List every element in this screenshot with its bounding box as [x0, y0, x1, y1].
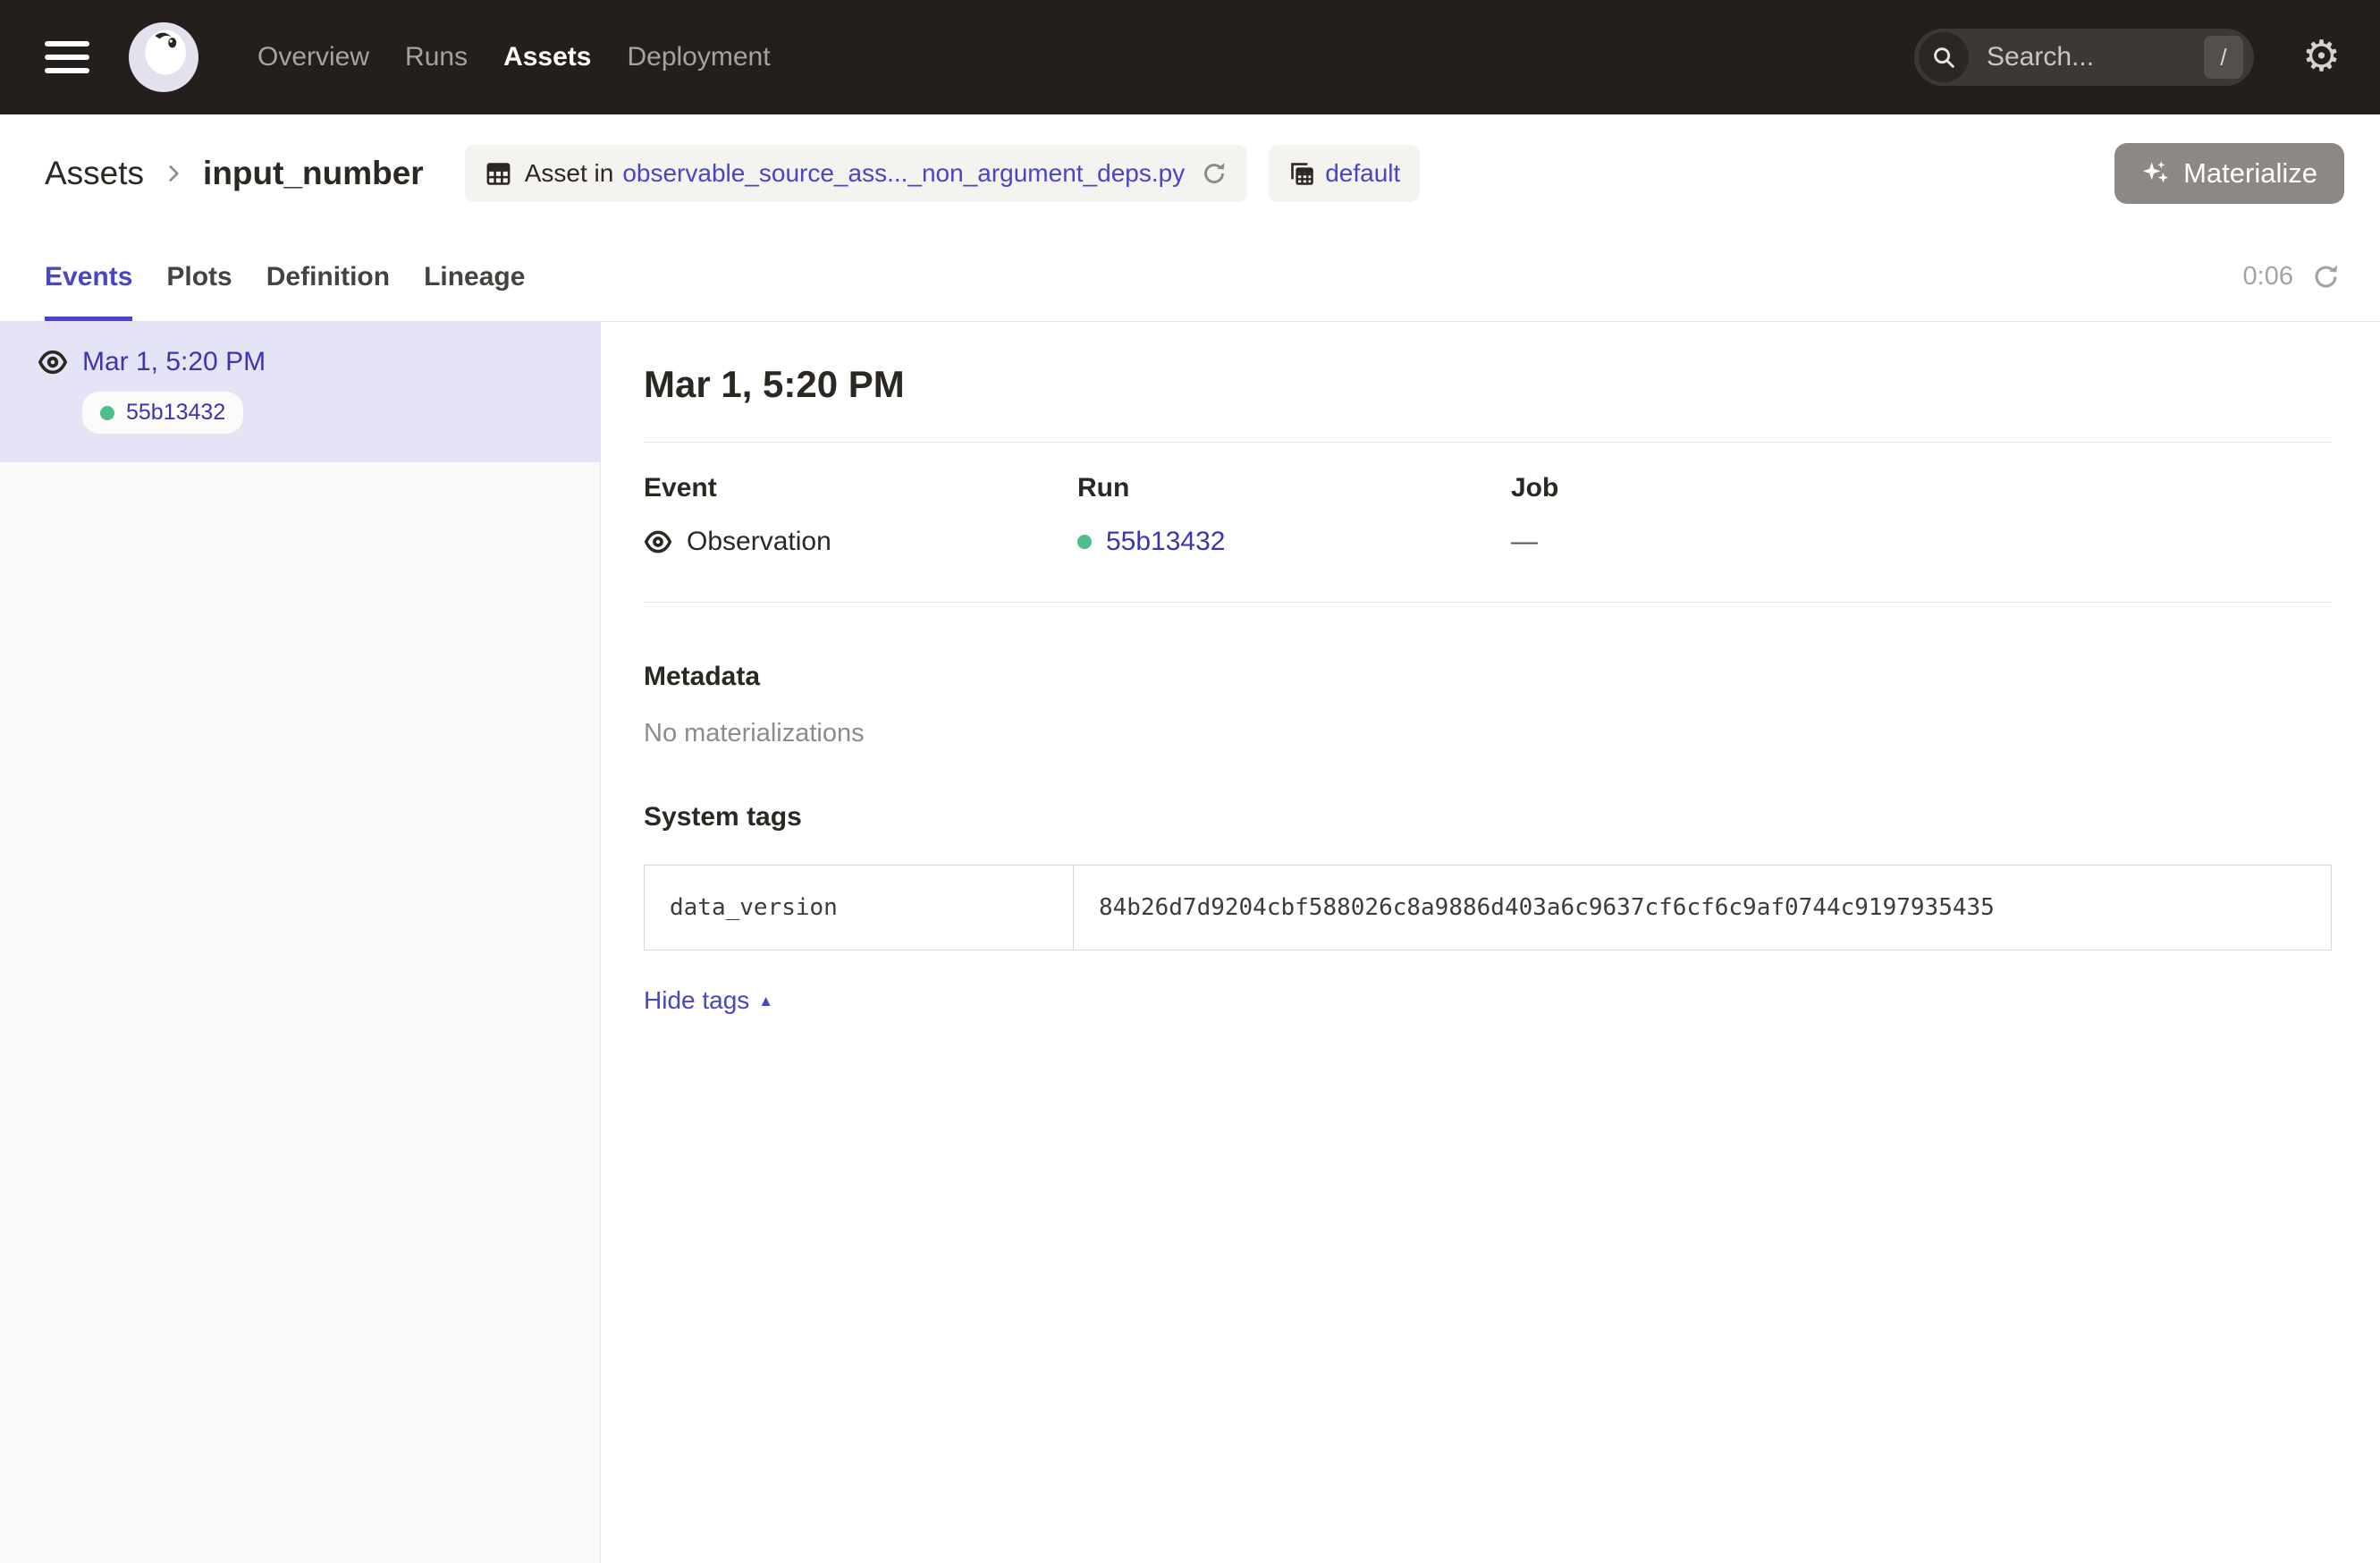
event-detail-title: Mar 1, 5:20 PM	[644, 363, 2332, 406]
tab-definition[interactable]: Definition	[266, 232, 390, 321]
navbar-right: Search... / ⚙	[1914, 29, 2341, 86]
caret-up-icon: ▲	[758, 993, 773, 1009]
materialize-label: Materialize	[2183, 157, 2317, 190]
run-column: Run 55b13432	[1077, 473, 1511, 557]
table-icon	[485, 160, 512, 188]
event-type-value: Observation	[687, 527, 831, 557]
event-date-label: Mar 1, 5:20 PM	[82, 347, 266, 377]
reload-location-icon[interactable]	[1201, 160, 1228, 187]
asset-tabs: Events Plots Definition Lineage	[45, 232, 525, 321]
search-placeholder: Search...	[1987, 42, 2204, 72]
asset-group-pill: default	[1269, 145, 1420, 202]
event-detail-panel: Mar 1, 5:20 PM Event Observation	[601, 322, 2380, 1563]
gear-icon[interactable]: ⚙	[2302, 36, 2341, 79]
breadcrumb-assets-link[interactable]: Assets	[45, 155, 144, 192]
menu-icon[interactable]	[45, 41, 89, 73]
chevron-right-icon	[162, 162, 185, 185]
job-empty-value: —	[1511, 527, 1538, 557]
run-status-dot	[100, 406, 114, 420]
dagster-app: Overview Runs Assets Deployment Search..…	[0, 0, 2380, 1563]
materialize-button[interactable]: Materialize	[2114, 143, 2344, 204]
asset-header-left: Assets input_number Asset in	[45, 145, 1420, 202]
metadata-section: Metadata No materializations	[644, 662, 2332, 748]
top-navbar: Overview Runs Assets Deployment Search..…	[0, 0, 2380, 114]
breadcrumb-current-asset: input_number	[203, 155, 424, 192]
event-list-item[interactable]: Mar 1, 5:20 PM 55b13432	[0, 322, 600, 462]
job-column-header: Job	[1511, 473, 1945, 503]
nav-item-deployment[interactable]: Deployment	[627, 42, 770, 72]
tab-plots[interactable]: Plots	[166, 232, 232, 321]
breadcrumb: Assets input_number	[45, 155, 424, 192]
event-column: Event Observation	[644, 473, 1077, 557]
nav-item-assets[interactable]: Assets	[503, 42, 591, 72]
run-status-dot	[1077, 535, 1092, 549]
nav-item-runs[interactable]: Runs	[405, 42, 468, 72]
content-area: Mar 1, 5:20 PM 55b13432 Mar 1, 5:20 PM E…	[0, 322, 2380, 1563]
tab-bar: Events Plots Definition Lineage 0:06	[0, 232, 2380, 322]
search-shortcut-badge: /	[2204, 36, 2243, 79]
run-column-header: Run	[1077, 473, 1511, 503]
system-tags-section: System tags data_version 84b26d7d9204cbf…	[644, 802, 2332, 1015]
navbar-left: Overview Runs Assets Deployment	[45, 22, 771, 92]
nav-item-overview[interactable]: Overview	[257, 42, 369, 72]
eye-icon	[38, 347, 68, 377]
tab-events[interactable]: Events	[45, 232, 132, 321]
hide-tags-label: Hide tags	[644, 986, 749, 1015]
asset-group-link[interactable]: default	[1325, 159, 1400, 188]
event-date-row: Mar 1, 5:20 PM	[38, 347, 578, 377]
code-location-link[interactable]: observable_source_ass..._non_argument_de…	[622, 159, 1185, 188]
metadata-empty-text: No materializations	[644, 719, 2332, 748]
metadata-heading: Metadata	[644, 662, 2332, 692]
asset-location-prefix: Asset in	[525, 159, 614, 188]
search-input[interactable]: Search... /	[1914, 29, 2254, 86]
event-column-header: Event	[644, 473, 1077, 503]
tag-value-cell: 84b26d7d9204cbf588026c8a9886d403a6c9637c…	[1074, 866, 2332, 950]
run-pill[interactable]: 55b13432	[82, 392, 243, 434]
refresh-countdown: 0:06	[2243, 262, 2293, 291]
tab-lineage[interactable]: Lineage	[424, 232, 525, 321]
run-id-label: 55b13432	[126, 400, 225, 426]
observation-eye-icon	[644, 528, 672, 556]
job-column: Job —	[1511, 473, 1945, 557]
dagster-logo-icon[interactable]	[129, 22, 198, 92]
system-tags-heading: System tags	[644, 802, 2332, 832]
asset-location-pill: Asset in observable_source_ass..._non_ar…	[465, 145, 1247, 202]
events-sidebar: Mar 1, 5:20 PM 55b13432	[0, 322, 601, 1563]
primary-nav: Overview Runs Assets Deployment	[257, 42, 771, 72]
search-icon	[1919, 32, 1969, 82]
refresh-area: 0:06	[2243, 232, 2341, 321]
system-tags-table: data_version 84b26d7d9204cbf588026c8a988…	[644, 865, 2332, 950]
refresh-icon[interactable]	[2311, 262, 2341, 291]
run-id-link[interactable]: 55b13432	[1106, 527, 1225, 557]
asset-group-icon	[1288, 160, 1316, 188]
event-summary-grid: Event Observation Run	[644, 442, 2332, 603]
tag-row: data_version 84b26d7d9204cbf588026c8a988…	[645, 866, 2332, 950]
sparkles-icon	[2141, 159, 2171, 189]
asset-header-bar: Assets input_number Asset in	[0, 114, 2380, 232]
hide-tags-link[interactable]: Hide tags ▲	[644, 986, 773, 1015]
tag-key-cell: data_version	[645, 866, 1074, 950]
